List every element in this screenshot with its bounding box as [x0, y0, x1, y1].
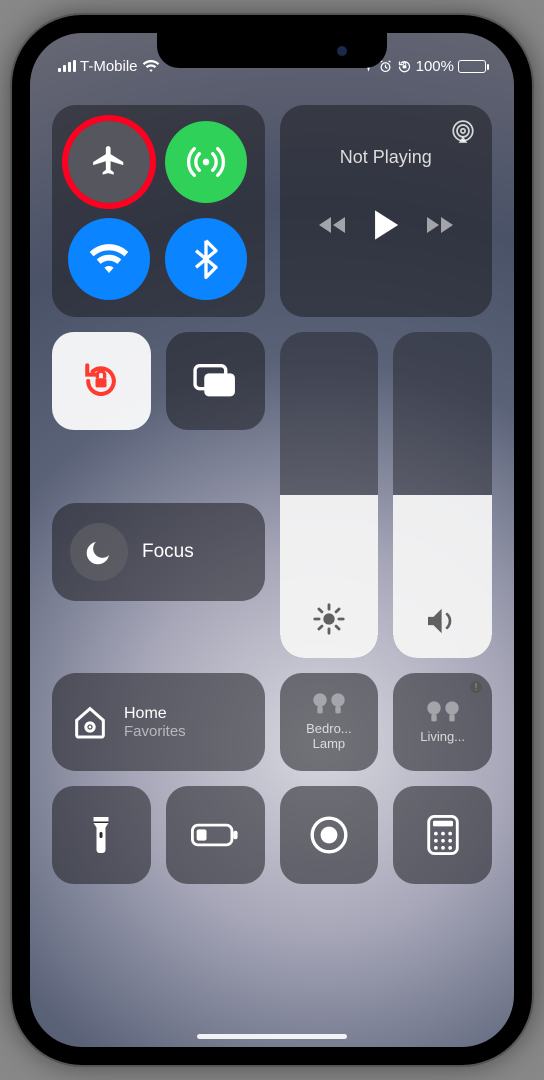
cellular-signal-icon [58, 60, 76, 72]
play-icon[interactable] [371, 208, 401, 242]
focus-button[interactable]: Focus [52, 503, 265, 601]
bottom-shortcut-row [52, 786, 492, 884]
battery-icon [458, 60, 486, 73]
previous-track-icon[interactable] [315, 213, 349, 237]
calculator-button[interactable] [393, 786, 492, 884]
home-indicator[interactable] [197, 1034, 347, 1039]
bulb-icons [426, 700, 460, 724]
brightness-slider[interactable] [280, 332, 379, 658]
home-accessory-living-room[interactable]: ! Living... [393, 673, 492, 771]
home-favorites-button[interactable]: Home Favorites [52, 673, 265, 771]
rotation-lock-icon [79, 359, 123, 403]
airplane-mode-button[interactable] [68, 121, 150, 203]
annotation-highlight-ring [62, 115, 156, 209]
cellular-data-button[interactable] [165, 121, 247, 203]
carrier-label: T-Mobile [80, 58, 138, 75]
home-title: Home [124, 705, 186, 723]
home-subtitle: Favorites [124, 723, 186, 740]
status-left: T-Mobile [58, 58, 160, 75]
battery-low-icon [191, 822, 239, 848]
flashlight-button[interactable] [52, 786, 151, 884]
phone-frame: T-Mobile 100% [12, 15, 532, 1065]
bluetooth-icon [194, 239, 218, 279]
record-icon [308, 814, 350, 856]
low-power-mode-button[interactable] [166, 786, 265, 884]
focus-icon-circle [70, 523, 128, 581]
connectivity-group[interactable] [52, 105, 265, 317]
rotation-mirror-pair [52, 332, 265, 430]
accessory-label: Bedro... Lamp [306, 722, 352, 752]
home-text: Home Favorites [124, 705, 186, 740]
home-icon [70, 702, 110, 742]
accessory-label: Living... [420, 730, 465, 745]
rotation-lock-button[interactable] [52, 332, 151, 430]
warning-badge-icon: ! [470, 681, 482, 693]
media-title: Not Playing [296, 147, 477, 168]
home-accessory-bedroom-lamp[interactable]: Bedro... Lamp [280, 673, 379, 771]
rotation-lock-status-icon [397, 59, 412, 74]
front-camera-dot [337, 46, 347, 56]
next-track-icon[interactable] [423, 213, 457, 237]
calculator-icon [427, 815, 459, 855]
home-accessories-pair: Bedro... Lamp ! Living... [280, 673, 493, 771]
battery-percentage: 100% [416, 58, 454, 75]
screen-mirroring-icon [192, 362, 238, 400]
control-center: Not Playing [52, 105, 492, 1017]
media-controls [296, 208, 477, 242]
flashlight-icon [88, 814, 114, 856]
focus-label: Focus [142, 541, 194, 563]
moon-icon [84, 537, 114, 567]
now-playing-tile[interactable]: Not Playing [280, 105, 493, 317]
volume-slider[interactable] [393, 332, 492, 658]
sliders-group [280, 332, 493, 658]
volume-icon [425, 606, 461, 636]
screen: T-Mobile 100% [30, 33, 514, 1047]
wifi-icon [88, 243, 130, 275]
antenna-icon [186, 142, 226, 182]
screen-recording-button[interactable] [280, 786, 379, 884]
screen-mirroring-button[interactable] [166, 332, 265, 430]
wifi-status-icon [142, 59, 160, 73]
bluetooth-button[interactable] [165, 218, 247, 300]
wifi-button[interactable] [68, 218, 150, 300]
notch [157, 33, 387, 68]
airplay-icon[interactable] [450, 119, 476, 145]
brightness-icon [312, 602, 346, 636]
bulb-icons [312, 692, 346, 716]
